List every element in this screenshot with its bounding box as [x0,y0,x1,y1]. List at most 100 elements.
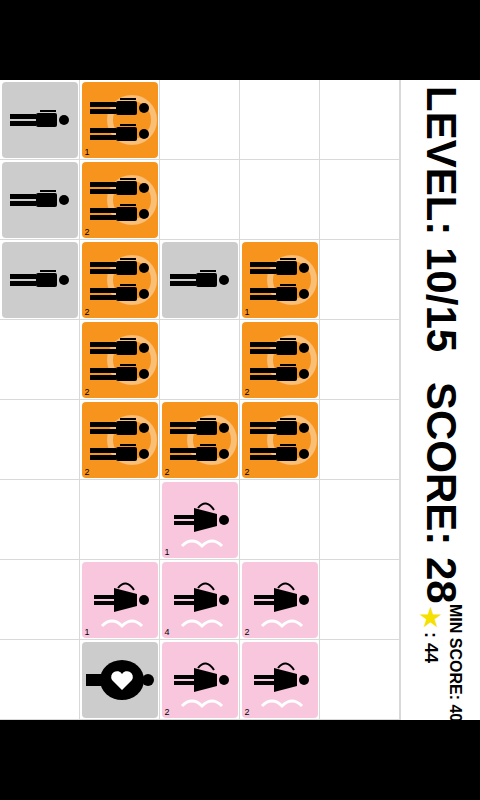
board-cell[interactable] [0,240,80,320]
board-cell[interactable] [320,80,400,160]
couple-icon [82,402,158,478]
heart-icon [82,642,158,718]
board-cell[interactable]: 2 [80,240,160,320]
tile-count: 2 [165,467,170,477]
board-cell[interactable]: 2 [160,400,240,480]
board-cell[interactable]: 1 [80,560,160,640]
bride-tile[interactable]: 1 [82,562,158,638]
bride-icon [242,562,318,638]
board-cell[interactable]: 2 [80,160,160,240]
board-cell[interactable]: 2 [80,320,160,400]
couple-tile[interactable]: 2 [82,322,158,398]
couple-tile[interactable]: 2 [242,322,318,398]
board-cell[interactable] [160,80,240,160]
couple-tile[interactable]: 2 [82,162,158,238]
couple-tile[interactable]: 2 [82,242,158,318]
bride-tile[interactable]: 1 [162,482,238,558]
couple-icon [242,402,318,478]
tile-count: 2 [245,387,250,397]
man-tile[interactable] [162,242,238,318]
man-icon [2,82,78,158]
couple-icon [82,322,158,398]
info-panel: LEVEL: 10/15 SCORE: 28MIN SCORE: 40★: 44 [400,80,480,720]
star-score-label: : 44 [422,632,440,663]
board-cell[interactable] [0,160,80,240]
couple-icon [242,242,318,318]
bride-icon [82,562,158,638]
man-icon [162,242,238,318]
board-cell[interactable] [160,160,240,240]
tile-count: 1 [165,547,170,557]
board-cell[interactable]: 2 [240,560,320,640]
tile-count: 1 [85,147,90,157]
board-cell[interactable]: 1 [80,80,160,160]
board-cell[interactable] [240,480,320,560]
bride-tile[interactable]: 2 [162,642,238,718]
man-tile[interactable] [2,82,78,158]
board-cell[interactable]: 1 [240,240,320,320]
bride-tile[interactable]: 4 [162,562,238,638]
couple-icon [82,242,158,318]
couple-tile[interactable]: 2 [82,402,158,478]
tile-count: 1 [245,307,250,317]
top-bar [0,0,480,80]
board-cell[interactable]: 2 [80,400,160,480]
tile-count: 4 [165,627,170,637]
board-cell[interactable] [320,400,400,480]
board-cell[interactable] [0,400,80,480]
game-area: 122122222114222LEVEL: 10/15SCORE: 28MIN … [0,80,480,720]
couple-tile[interactable]: 1 [242,242,318,318]
game-screen: 122122222114222LEVEL: 10/15SCORE: 28MIN … [0,0,480,800]
board-cell[interactable] [80,640,160,720]
star-icon: ★ [418,604,443,632]
board-cell[interactable] [160,240,240,320]
board-cell[interactable] [0,320,80,400]
bride-icon [162,642,238,718]
couple-icon [82,162,158,238]
board-cell[interactable] [240,80,320,160]
board-cell[interactable] [80,480,160,560]
board-cell[interactable] [0,640,80,720]
tile-count: 2 [165,707,170,717]
board-cell[interactable] [320,560,400,640]
level-label: LEVEL: 10/15 [420,86,462,352]
board-cell[interactable] [160,320,240,400]
bride-icon [162,482,238,558]
board-cell[interactable]: 2 [240,640,320,720]
board-cell[interactable] [0,80,80,160]
couple-tile[interactable]: 2 [162,402,238,478]
board-cell[interactable] [320,160,400,240]
board-cell[interactable] [0,560,80,640]
board-cell[interactable]: 2 [160,640,240,720]
board-cell[interactable]: 4 [160,560,240,640]
tile-count: 2 [245,467,250,477]
tile-count: 2 [85,307,90,317]
couple-tile[interactable]: 1 [82,82,158,158]
tile-count: 2 [85,387,90,397]
board-cell[interactable]: 2 [240,400,320,480]
tile-count: 2 [245,707,250,717]
man-tile[interactable] [2,242,78,318]
board-cell[interactable]: 2 [240,320,320,400]
board: 122122222114222 [0,80,400,720]
bride-tile[interactable]: 2 [242,642,318,718]
board-cell[interactable] [320,480,400,560]
man-icon [2,162,78,238]
couple-icon [82,82,158,158]
board-cell[interactable]: 1 [160,480,240,560]
bride-icon [162,562,238,638]
board-cell[interactable] [320,640,400,720]
board-cell[interactable] [320,240,400,320]
board-cell[interactable] [0,480,80,560]
couple-tile[interactable]: 2 [242,402,318,478]
tile-count: 2 [245,627,250,637]
min-score-label: MIN SCORE: 40 [447,604,463,722]
board-cell[interactable] [320,320,400,400]
tile-count: 2 [85,467,90,477]
heart-tile[interactable] [82,642,158,718]
score-label: SCORE: 28 [420,382,462,604]
bride-tile[interactable]: 2 [242,562,318,638]
man-tile[interactable] [2,162,78,238]
couple-icon [162,402,238,478]
board-cell[interactable] [240,160,320,240]
